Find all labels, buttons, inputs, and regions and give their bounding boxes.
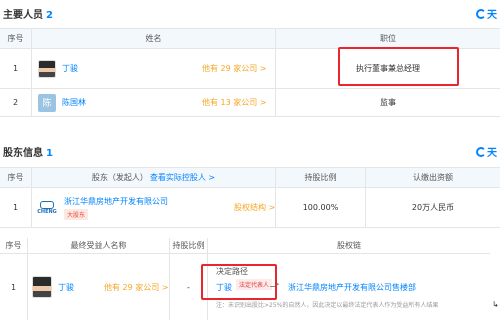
main-personnel-title: 主要人员 2	[3, 10, 53, 21]
header-position: 职位	[380, 34, 396, 43]
person-companies-link[interactable]: 他有 13 家公司 >	[202, 97, 267, 108]
brand-logo: 天	[476, 6, 497, 21]
person-name-link[interactable]: 丁骏	[62, 63, 78, 74]
cursor-icon: ↳	[492, 300, 499, 309]
header-ratio: 持股比例	[276, 168, 366, 187]
beneficiary-name-link[interactable]: 丁骏	[58, 282, 74, 293]
header-index: 序号	[0, 168, 32, 187]
brand-logo-icon	[476, 147, 486, 157]
header-shareholder: 股东（发起人） 查看实际控股人 >	[32, 168, 276, 187]
view-actual-controller-link[interactable]: 查看实际控股人 >	[150, 172, 215, 183]
row-index: 1	[0, 188, 32, 227]
row-index: 2	[0, 89, 32, 116]
table-row: 1 CHENG 浙江华鼎房地产开发有限公司 大股东 股权结构 > 100.00%…	[0, 188, 500, 228]
shareholders-title: 股东信息 1	[3, 148, 53, 159]
ratio-cell: 100.00%	[276, 188, 366, 227]
table-row: 2 陈 陈国林 他有 13 家公司 > 监事	[0, 89, 500, 117]
beneficiary-note: 注：未识别出股比>25%的自然人，因此决定以最终法定代表人作为受益所有人结果	[216, 302, 439, 309]
shareholder-company-link[interactable]: 浙江华鼎房地产开发有限公司	[64, 196, 168, 207]
header-name: 姓名	[32, 29, 276, 48]
beneficiary-cell: 丁骏 他有 29 家公司 >	[28, 254, 170, 320]
table-header-row: 序号 姓名 职位	[0, 29, 500, 49]
shareholders-count: 1	[46, 148, 53, 159]
header-index: 序号	[0, 29, 32, 48]
table-header-row: 序号 最终受益人名称 持股比例 股权链	[0, 238, 490, 254]
major-shareholder-badge: 大股东	[64, 208, 89, 220]
avatar	[38, 59, 56, 78]
person-name-link[interactable]: 陈国林	[62, 97, 86, 108]
company-logo: CHENG	[36, 199, 58, 217]
avatar	[32, 276, 52, 298]
row-index: 1	[0, 49, 32, 88]
highlight-box	[338, 47, 459, 86]
equity-structure-link[interactable]: 股权结构 >	[234, 202, 275, 213]
person-cell: 丁骏 他有 29 家公司 >	[32, 49, 276, 88]
table-header-row: 序号 股东（发起人） 查看实际控股人 > 持股比例 认缴出资额	[0, 168, 500, 188]
shareholders-table: 序号 股东（发起人） 查看实际控股人 > 持股比例 认缴出资额 1 CHENG …	[0, 167, 500, 228]
header-subscribed: 认缴出资额	[413, 173, 453, 182]
header-chain: 股权链	[337, 241, 361, 250]
position-cell: 监事	[380, 98, 396, 107]
highlight-box	[201, 264, 277, 300]
person-cell: 陈 陈国林 他有 13 家公司 >	[32, 89, 276, 116]
row-index: 1	[0, 254, 28, 320]
chain-company-link[interactable]: 浙江华鼎房地产开发有限公司售楼部	[288, 282, 416, 293]
subscribed-cell: 20万人民币	[411, 203, 455, 212]
avatar: 陈	[38, 93, 56, 112]
brand-logo-icon	[476, 9, 486, 19]
header-index: 序号	[0, 238, 28, 253]
brand-logo: 天	[476, 144, 497, 159]
beneficiary-companies-link[interactable]: 他有 29 家公司 >	[104, 282, 169, 293]
header-name: 最终受益人名称	[28, 238, 170, 253]
header-ratio: 持股比例	[170, 238, 208, 253]
shareholder-cell: CHENG 浙江华鼎房地产开发有限公司 大股东 股权结构 >	[32, 188, 276, 227]
main-personnel-count: 2	[46, 10, 53, 21]
person-companies-link[interactable]: 他有 29 家公司 >	[202, 63, 267, 74]
